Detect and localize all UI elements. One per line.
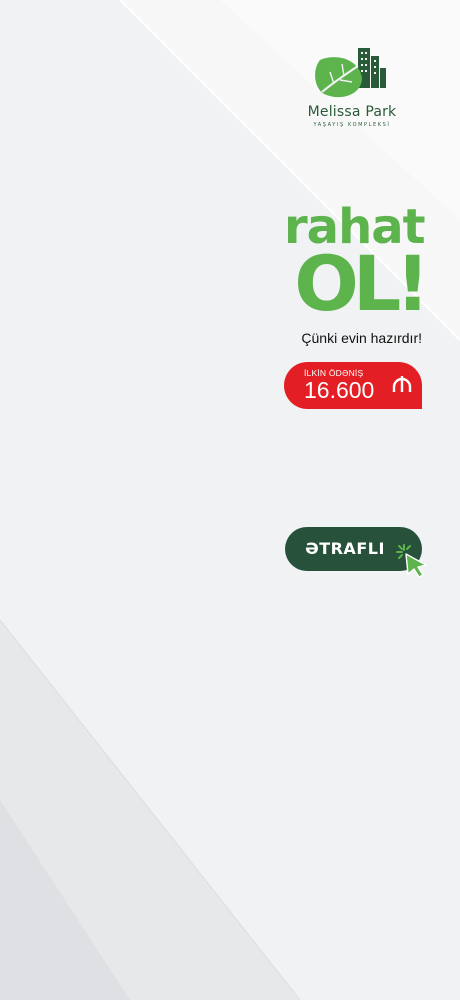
more-info-label: ƏTRAFLI — [305, 539, 385, 558]
tagline: Çünki evin hazırdır! — [301, 330, 422, 346]
price-badge: İLKİN ÖDƏNİŞ 16.600 — [284, 362, 422, 409]
click-cursor-icon — [396, 544, 427, 578]
brand-name: Melissa Park — [307, 104, 397, 120]
manat-icon — [392, 376, 412, 392]
headline-ol: OL! — [294, 239, 430, 328]
brand-subtitle: YAŞAYIŞ KOMPLEKSİ — [313, 122, 391, 128]
price-value: 16.600 — [304, 377, 375, 403]
background-stripes — [0, 0, 460, 1000]
